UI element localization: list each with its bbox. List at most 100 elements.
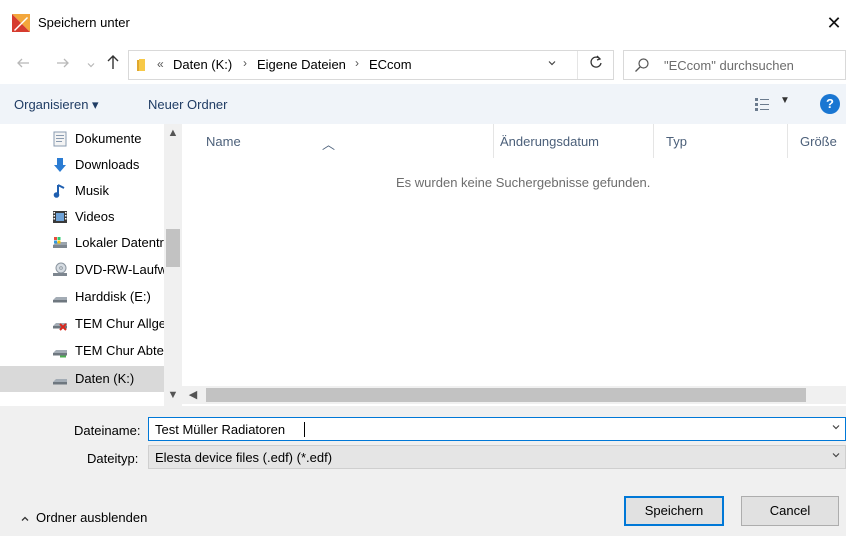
search-placeholder: "ECcom" durchsuchen	[664, 58, 794, 73]
column-name-label: Name	[206, 134, 241, 149]
help-icon[interactable]: ?	[820, 94, 840, 114]
documents-icon	[53, 131, 67, 147]
empty-message: Es wurden keine Suchergebnisse gefunden.	[396, 175, 651, 190]
navigation-bar: « Daten (K:) › Eigene Dateien › ECcom "E…	[0, 46, 846, 84]
chevron-down-icon	[832, 453, 840, 458]
sidebar-item-daten-k[interactable]: Daten (K:)	[0, 366, 164, 392]
navigation-pane: Dokumente Downloads Musik Videos Lokaler…	[0, 124, 182, 406]
video-icon	[53, 211, 67, 223]
sidebar-item-label: Dokumente	[75, 131, 142, 146]
breadcrumb-eigene-dateien[interactable]: Eigene Dateien	[257, 57, 346, 72]
sidebar-item-partial[interactable]	[0, 392, 164, 406]
dvd-drive-icon	[53, 262, 67, 276]
sidebar-item-label: TEM Chur Abteilung	[75, 343, 164, 358]
chevron-up-icon	[21, 516, 29, 521]
network-drive-disconnected-icon	[53, 323, 67, 331]
sidebar-item-lokaler-datentraeger[interactable]: Lokaler Datenträger	[0, 230, 164, 256]
breadcrumb-separator[interactable]: ›	[243, 56, 247, 70]
sidebar-item-label: Daten (K:)	[75, 371, 135, 386]
filetype-dropdown[interactable]	[831, 450, 841, 463]
filename-value: Test Müller Radiatoren	[155, 422, 286, 437]
column-header-size[interactable]: Größe	[788, 124, 846, 158]
column-header-type[interactable]: Typ	[654, 124, 788, 158]
arrow-right-icon	[57, 58, 69, 68]
column-date-label: Änderungsdatum	[500, 134, 600, 149]
view-options-icon[interactable]	[754, 96, 770, 112]
search-box[interactable]: "ECcom" durchsuchen	[623, 50, 846, 80]
save-form: Dateiname: Test Müller Radiatoren Dateit…	[0, 406, 846, 536]
scroll-down-arrow[interactable]: ▼	[164, 386, 182, 404]
filetype-value: Elesta device files (.edf) (*.edf)	[155, 450, 333, 465]
close-button[interactable]: ✕	[822, 8, 846, 38]
hide-folders-toggle[interactable]: Ordner ausblenden	[20, 510, 147, 525]
breadcrumb-daten[interactable]: Daten (K:)	[173, 57, 232, 72]
filename-dropdown[interactable]	[831, 422, 841, 435]
up-button[interactable]	[102, 54, 124, 76]
breadcrumb-separator[interactable]: ›	[355, 56, 359, 70]
column-header-name[interactable]: ︿ Name	[182, 124, 494, 158]
sidebar-item-label: Harddisk (E:)	[75, 289, 151, 304]
file-list[interactable]: ︿ Name Änderungsdatum Typ Größe Es wurde…	[182, 124, 846, 406]
search-icon	[635, 58, 649, 72]
sidebar-scrollbar[interactable]: ▲ ▼	[164, 124, 182, 406]
title-bar: Speichern unter ✕	[0, 0, 846, 46]
text-caret	[304, 422, 305, 437]
arrow-up-icon	[107, 55, 119, 69]
scroll-left-arrow[interactable]: ◀	[184, 386, 202, 404]
app-icon	[12, 14, 30, 32]
sidebar-item-musik[interactable]: Musik	[0, 178, 164, 204]
horizontal-scrollbar[interactable]: ◀	[182, 386, 846, 404]
view-dropdown[interactable]: ▼	[780, 95, 790, 106]
arrow-left-icon	[17, 58, 29, 68]
sidebar-item-label: Downloads	[75, 157, 140, 172]
sidebar-item-tem-chur-allgemein[interactable]: TEM Chur Allgemein	[0, 311, 164, 337]
hide-folders-label: Ordner ausblenden	[36, 510, 148, 525]
sidebar-item-label: Lokaler Datenträger	[75, 235, 164, 250]
sidebar-item-tem-chur-abteilung[interactable]: TEM Chur Abteilung	[0, 338, 164, 364]
save-button[interactable]: Speichern	[624, 496, 724, 526]
download-icon	[54, 158, 66, 172]
breadcrumb-eccom[interactable]: ECcom	[369, 57, 412, 72]
sidebar-scroll-thumb[interactable]	[166, 229, 180, 267]
window-title: Speichern unter	[38, 15, 130, 30]
scroll-up-arrow[interactable]: ▲	[164, 124, 182, 142]
column-type-label: Typ	[666, 134, 687, 149]
cancel-button[interactable]: Cancel	[741, 496, 839, 526]
filetype-label: Dateityp:	[87, 451, 139, 466]
address-overflow[interactable]: «	[157, 57, 164, 71]
filename-label: Dateiname:	[74, 423, 141, 438]
column-header-date[interactable]: Änderungsdatum	[494, 124, 654, 158]
forward-button[interactable]	[52, 54, 74, 76]
network-drive-icon	[53, 350, 67, 358]
horizontal-scroll-thumb[interactable]	[206, 388, 806, 402]
column-size-label: Größe	[800, 134, 837, 149]
sidebar-item-harddisk-e[interactable]: Harddisk (E:)	[0, 284, 164, 310]
recent-locations-button[interactable]	[80, 54, 102, 76]
drive-icon	[53, 379, 67, 385]
local-drive-icon	[53, 237, 67, 248]
sidebar-item-downloads[interactable]: Downloads	[0, 152, 164, 178]
drive-icon	[53, 297, 67, 303]
sort-indicator: ︿	[322, 137, 336, 152]
music-icon	[53, 184, 65, 198]
sidebar-item-label: Videos	[75, 209, 115, 224]
sidebar-item-label: DVD-RW-Laufwerk	[75, 262, 164, 277]
sidebar-item-dvd-rw[interactable]: DVD-RW-Laufwerk	[0, 257, 164, 283]
refresh-button[interactable]	[577, 51, 613, 79]
filetype-select[interactable]: Elesta device files (.edf) (*.edf)	[148, 445, 846, 469]
address-dropdown[interactable]	[547, 57, 557, 71]
address-bar[interactable]: « Daten (K:) › Eigene Dateien › ECcom	[128, 50, 614, 80]
sidebar-item-videos[interactable]: Videos	[0, 204, 164, 230]
sidebar-item-label: Musik	[75, 183, 109, 198]
filename-input[interactable]: Test Müller Radiatoren	[148, 417, 846, 441]
new-folder-button[interactable]: Neuer Ordner	[148, 97, 227, 112]
back-button[interactable]	[12, 54, 34, 76]
command-bar: Organisieren ▾ Neuer Ordner ▼ ?	[0, 84, 846, 124]
organize-menu[interactable]: Organisieren ▾	[14, 97, 99, 113]
sidebar-item-dokumente[interactable]: Dokumente	[0, 126, 164, 152]
refresh-icon	[589, 55, 602, 68]
folder-icon	[137, 59, 145, 71]
chevron-down-icon	[87, 63, 95, 68]
chevron-down-icon	[832, 425, 840, 430]
chevron-down-icon	[548, 61, 556, 66]
